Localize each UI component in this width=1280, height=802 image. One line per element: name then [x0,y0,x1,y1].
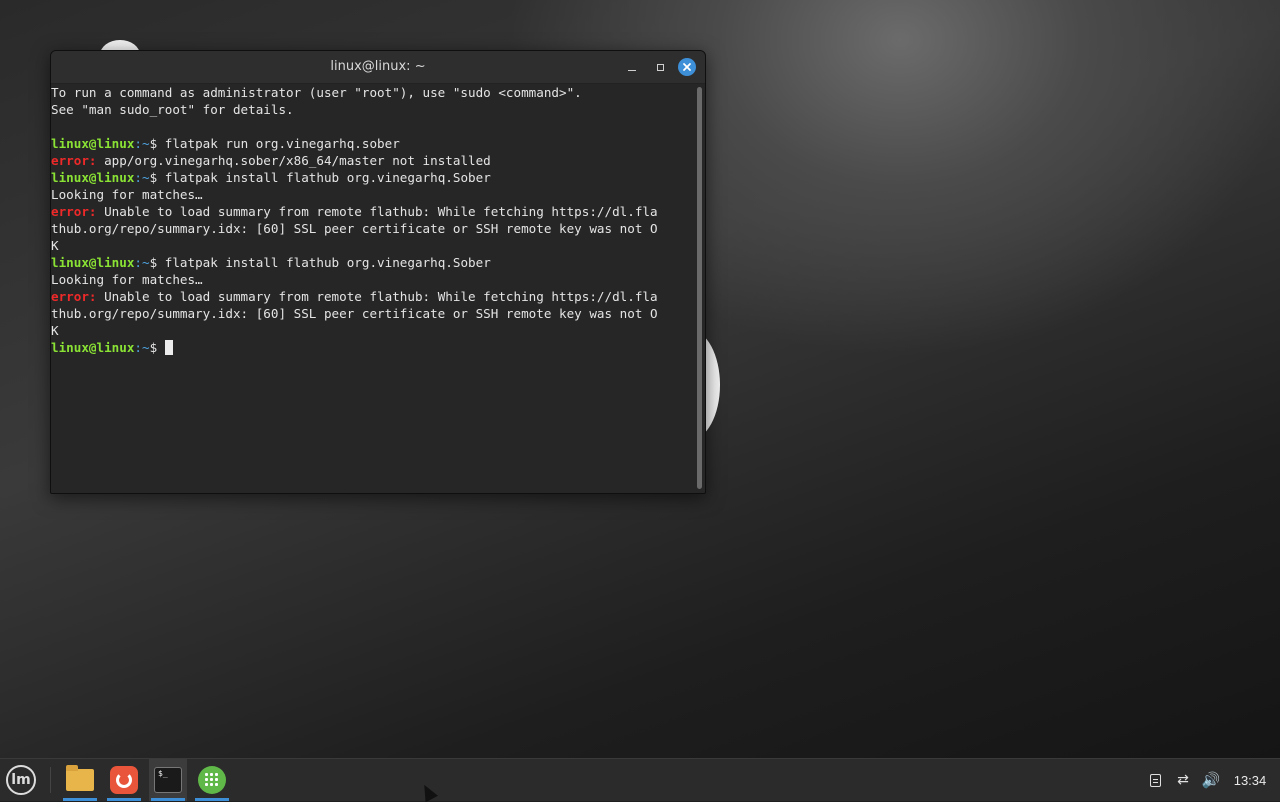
terminal-line: K [51,237,691,254]
prompt-symbol: $ [149,136,165,151]
terminal-line: See "man sudo_root" for details. [51,101,691,118]
tray-notes-button[interactable] [1145,759,1165,801]
prompt-path: :~ [134,136,150,151]
desktop[interactable]: linux@linux: ~ To run a command as admin… [0,0,1280,758]
terminal-line: error: Unable to load summary from remot… [51,203,691,220]
volume-icon: 🔊 [1201,771,1221,789]
terminal-text: Unable to load summary from remote flath… [96,204,658,219]
close-button[interactable] [678,58,696,76]
terminal-line: error: app/org.vinegarhq.sober/x86_64/ma… [51,152,691,169]
terminal-line: linux@linux:~$ flatpak install flathub o… [51,254,691,271]
terminal-window[interactable]: linux@linux: ~ To run a command as admin… [50,50,706,494]
network-icon: ⇄ [1177,772,1189,788]
terminal-text: app/org.vinegarhq.sober/x86_64/master no… [96,153,491,168]
terminal-line: Looking for matches… [51,271,691,288]
terminal-text: K [51,238,59,253]
firefox-icon [110,766,138,794]
taskbar-web-app-button[interactable] [193,759,231,801]
terminal-text: Looking for matches… [51,272,203,287]
folder-icon [66,765,94,791]
close-icon [683,63,691,71]
maximize-button[interactable] [651,58,669,76]
prompt-user-host: linux@linux [51,136,135,151]
tray-volume-button[interactable]: 🔊 [1200,759,1222,801]
clock[interactable]: 13:34 [1228,759,1272,801]
prompt-symbol: $ [149,170,165,185]
terminal-line: K [51,322,691,339]
terminal-icon: $_ [154,767,182,793]
terminal-line: linux@linux:~$ flatpak install flathub o… [51,169,691,186]
terminal-text: Unable to load summary from remote flath… [96,289,658,304]
terminal-line: thub.org/repo/summary.idx: [60] SSL peer… [51,305,691,322]
terminal-text: thub.org/repo/summary.idx: [60] SSL peer… [51,306,658,321]
terminal-text: thub.org/repo/summary.idx: [60] SSL peer… [51,221,658,236]
terminal-line: linux@linux:~$ flatpak run org.vinegarhq… [51,135,691,152]
error-label: error: [51,153,97,168]
taskbar-separator [50,767,51,793]
window-title: linux@linux: ~ [330,59,426,74]
notes-icon [1149,773,1161,787]
prompt-path: :~ [134,255,150,270]
error-label: error: [51,289,97,304]
terminal-text: See "man sudo_root" for details. [51,102,294,117]
terminal-text: K [51,323,59,338]
terminal-text: flatpak install flathub org.vinegarhq.So… [164,170,491,185]
prompt-path: :~ [134,170,150,185]
terminal-text: To run a command as administrator (user … [51,85,582,100]
terminal-text: flatpak run org.vinegarhq.sober [164,136,400,151]
terminal-line: error: Unable to load summary from remot… [51,288,691,305]
terminal-scrollbar[interactable] [697,87,702,489]
tray-network-button[interactable]: ⇄ [1172,759,1194,801]
mint-menu-button[interactable]: lm [6,765,36,795]
error-label: error: [51,204,97,219]
prompt-symbol: $ [149,340,165,355]
minimize-icon [628,69,636,71]
terminal-line: thub.org/repo/summary.idx: [60] SSL peer… [51,220,691,237]
terminal-line: linux@linux:~$ [51,339,691,356]
prompt-user-host: linux@linux [51,170,135,185]
taskbar-terminal-button[interactable]: $_ [149,759,187,801]
globe-grid-icon [198,766,226,794]
terminal-output[interactable]: To run a command as administrator (user … [51,84,691,493]
terminal-line: Looking for matches… [51,186,691,203]
minimize-button[interactable] [623,58,641,76]
taskbar-firefox-button[interactable] [105,759,143,801]
taskbar: lm $_ ⇄ 🔊 13:34 [0,758,1280,801]
prompt-user-host: linux@linux [51,340,135,355]
maximize-icon [656,63,664,71]
terminal-text: Looking for matches… [51,187,203,202]
terminal-text: flatpak install flathub org.vinegarhq.So… [164,255,491,270]
prompt-symbol: $ [149,255,165,270]
taskbar-files-button[interactable] [61,759,99,801]
prompt-user-host: linux@linux [51,255,135,270]
text-cursor [164,340,173,355]
mint-menu-icon: lm [11,772,31,788]
window-titlebar[interactable]: linux@linux: ~ [51,51,705,84]
terminal-line: To run a command as administrator (user … [51,84,691,101]
prompt-path: :~ [134,340,150,355]
